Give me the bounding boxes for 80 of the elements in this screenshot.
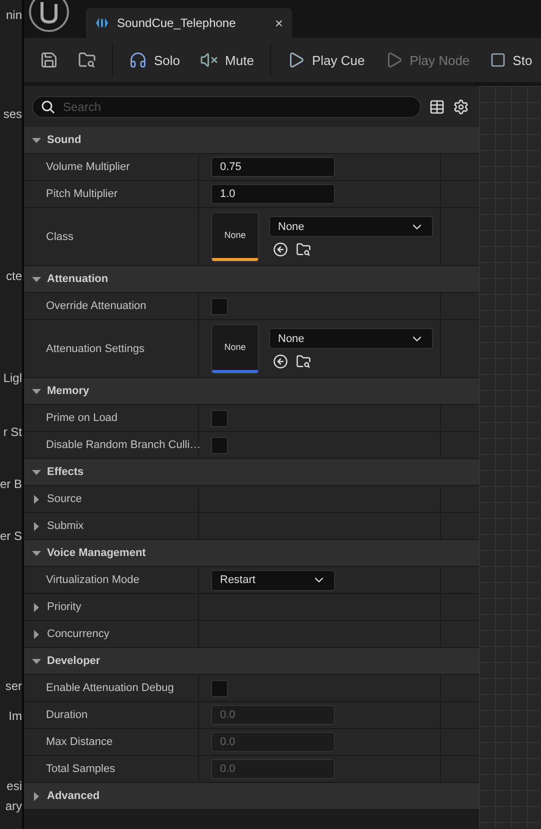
cut-off-label: er B xyxy=(0,477,22,491)
section-header[interactable]: Advanced xyxy=(24,783,479,810)
search-folder-icon xyxy=(78,51,96,69)
section-header[interactable]: Memory xyxy=(24,378,479,405)
property-label: Total Samples xyxy=(46,763,116,775)
expander-icon[interactable] xyxy=(32,136,41,144)
property-label: Max Distance xyxy=(46,736,113,748)
expander-icon[interactable] xyxy=(32,630,41,638)
cut-off-label: nin xyxy=(4,8,22,22)
table-icon[interactable] xyxy=(429,98,445,114)
cut-off-label: er S xyxy=(0,529,22,543)
property-label: Disable Random Branch Culli… xyxy=(46,439,201,451)
logo-icon xyxy=(28,0,70,34)
property-label: Source xyxy=(47,493,82,505)
settings-icon[interactable] xyxy=(453,98,469,114)
checkbox[interactable] xyxy=(211,410,228,426)
cut-off-label: Im xyxy=(8,709,22,723)
cut-off-label: ser xyxy=(4,679,22,693)
property-label: Attenuation Settings xyxy=(46,342,144,354)
asset-dropdown[interactable]: None xyxy=(269,216,433,237)
property-label: Override Attenuation xyxy=(46,300,146,312)
property-label: Virtualization Mode xyxy=(46,574,140,586)
mute-button[interactable]: Mute xyxy=(192,44,262,76)
expander-icon[interactable] xyxy=(32,386,41,396)
section-header[interactable]: Developer xyxy=(24,648,479,675)
section-header[interactable]: Voice Management xyxy=(24,540,479,567)
arrow-left-circle-icon[interactable] xyxy=(273,354,288,369)
asset-thumbnail[interactable]: None xyxy=(211,324,259,374)
property-label: Priority xyxy=(47,601,82,613)
stop-icon xyxy=(490,52,506,68)
arrow-left-circle-icon[interactable] xyxy=(273,242,288,257)
asset-thumbnail[interactable]: None xyxy=(211,212,259,262)
asset-dropdown[interactable]: None xyxy=(269,328,433,349)
number-field[interactable]: 1.0 xyxy=(211,184,335,204)
headphones-icon xyxy=(129,51,147,69)
play-button[interactable]: Play Cue xyxy=(278,44,373,76)
tab-title: SoundCue_Telephone xyxy=(117,16,237,30)
property-label: Submix xyxy=(47,520,84,532)
expander-icon[interactable] xyxy=(32,494,41,504)
section-header[interactable]: Attenuation xyxy=(24,266,479,293)
number-field[interactable]: 0.75 xyxy=(211,157,335,177)
property-label: Pitch Multiplier xyxy=(46,188,118,200)
cut-off-label: r St xyxy=(2,425,22,439)
cut-off-label: Ligl xyxy=(2,371,22,385)
property-label: Prime on Load xyxy=(46,412,118,424)
checkbox[interactable] xyxy=(211,436,228,454)
property-label: Class xyxy=(46,230,74,242)
cut-off-label: ses xyxy=(2,107,22,121)
search-icon xyxy=(41,100,55,114)
expander-icon[interactable] xyxy=(32,468,41,476)
property-label: Volume Multiplier xyxy=(46,161,130,173)
expander-icon[interactable] xyxy=(32,522,41,530)
checkbox[interactable] xyxy=(211,298,228,314)
thumbnail-label: None xyxy=(223,341,247,354)
cut-off-label: esi xyxy=(6,779,22,793)
save-icon xyxy=(40,51,58,69)
thumbnail-label: None xyxy=(223,229,247,242)
expander-icon[interactable] xyxy=(32,274,41,284)
stop-button[interactable]: Sto xyxy=(482,44,540,76)
dropdown[interactable]: Restart xyxy=(211,570,335,590)
checkbox[interactable] xyxy=(211,680,228,696)
muted-speaker-icon xyxy=(200,51,218,69)
expander-icon[interactable] xyxy=(32,792,41,800)
expander-icon[interactable] xyxy=(32,548,41,558)
sound-cue-icon xyxy=(95,16,109,30)
cut-off-label: cte xyxy=(4,269,22,283)
search-field[interactable]: Search xyxy=(32,96,421,118)
property-label: Enable Attenuation Debug xyxy=(46,682,174,694)
close-button[interactable]: × xyxy=(274,15,283,31)
property-label: Duration xyxy=(46,709,88,721)
expander-icon[interactable] xyxy=(32,602,41,612)
section-header[interactable]: Effects xyxy=(24,459,479,486)
search-folder-icon[interactable] xyxy=(296,242,311,257)
solo-button[interactable]: Solo xyxy=(121,44,188,76)
section-header[interactable]: Sound xyxy=(24,127,479,154)
expander-icon[interactable] xyxy=(32,656,41,666)
property-label: Concurrency xyxy=(47,628,110,640)
editor-tab[interactable]: SoundCue_Telephone × xyxy=(86,8,292,38)
cut-off-label: ary xyxy=(4,799,22,813)
search-folder-icon[interactable] xyxy=(296,354,311,369)
